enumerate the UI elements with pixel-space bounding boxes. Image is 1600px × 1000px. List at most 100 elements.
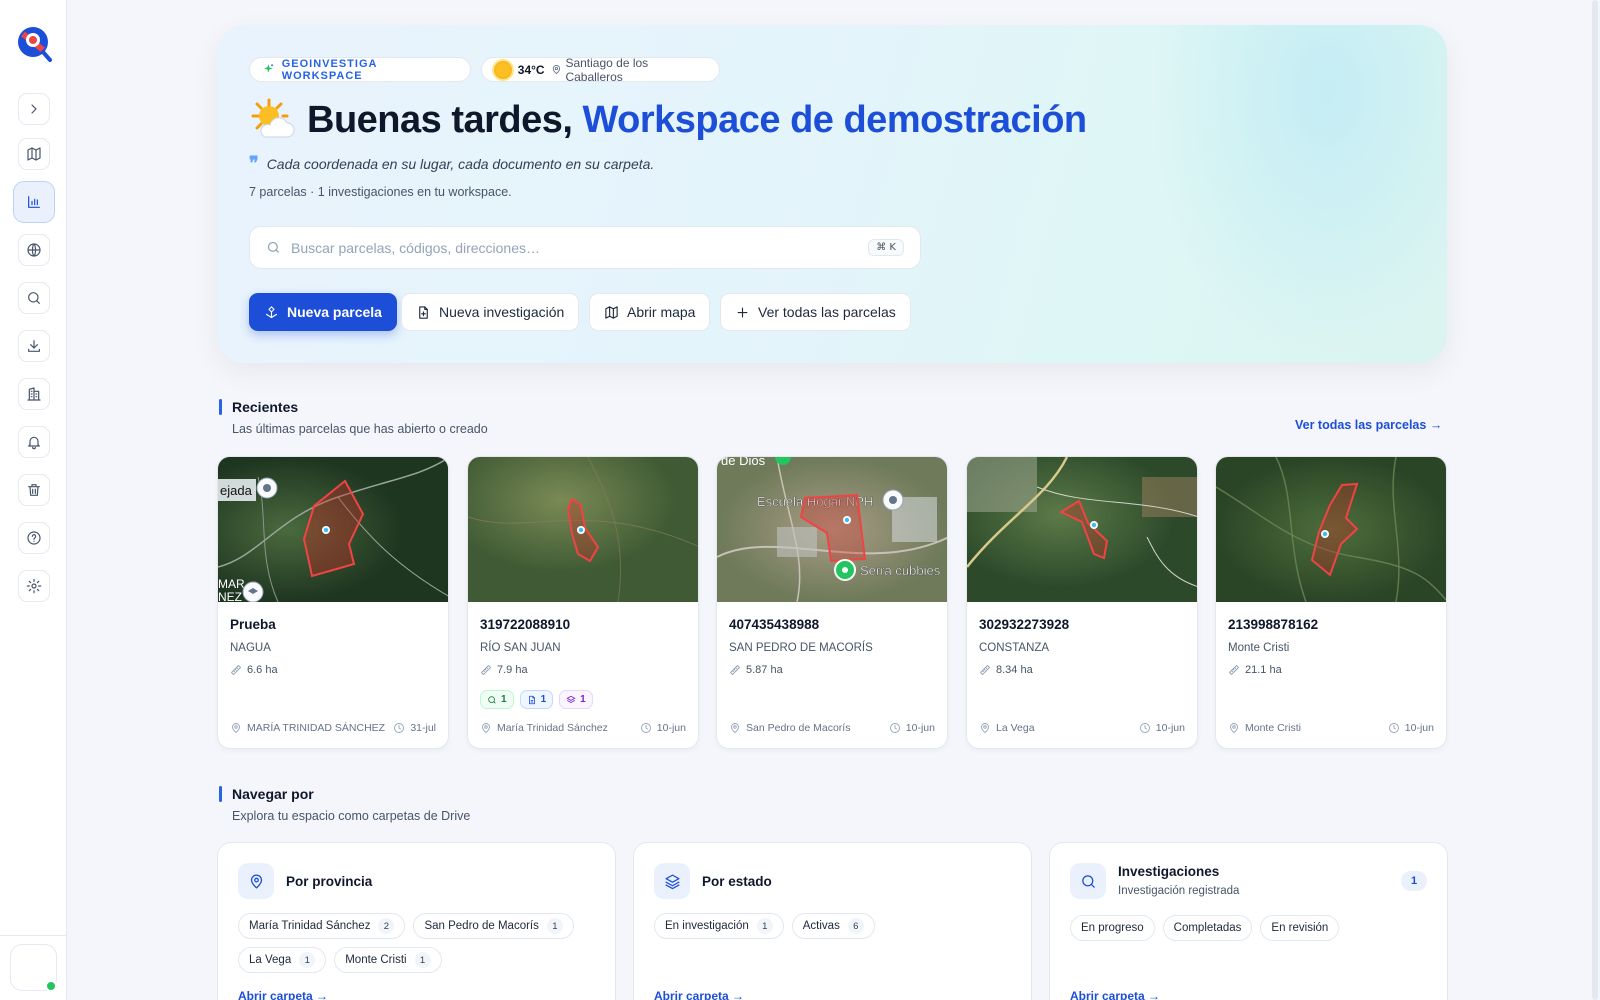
status-chip[interactable]: Activas 6 (791, 913, 875, 939)
parcel-date-value: 10-jun (905, 722, 935, 734)
parcel-date: 10-jun (640, 722, 686, 734)
nav-trash-button[interactable] (18, 474, 50, 506)
chip-count: 1 (546, 918, 563, 934)
parcel-area-value: 7.9 ha (497, 664, 528, 676)
clock-icon (1139, 723, 1150, 733)
search-input[interactable]: Buscar parcelas, códigos, direcciones… ⌘… (249, 226, 921, 269)
all-parcels-label: Ver todas las parcelas (758, 304, 896, 320)
parcel-map-thumbnail (1216, 457, 1446, 602)
chevron-right-icon (31, 104, 37, 114)
province-chip[interactable]: Monte Cristi 1 (334, 947, 442, 973)
province-chip[interactable]: La Vega 1 (238, 947, 327, 973)
new-parcel-button[interactable]: Nueva parcela (249, 293, 397, 331)
parcel-area-value: 5.87 ha (746, 664, 783, 676)
parcel-date: 10-jun (889, 722, 935, 734)
browse-section-title: Navegar por (232, 786, 314, 802)
open-folder-link[interactable]: Abrir carpeta → (654, 989, 744, 1000)
parcel-card[interactable]: de Dios Escuela Hogar NPH Serra cubbies … (716, 456, 948, 749)
open-map-button[interactable]: Abrir mapa (589, 293, 711, 331)
open-folder-link[interactable]: Abrir carpeta → (238, 989, 328, 1000)
sidebar-divider (0, 935, 67, 936)
nav-globe-button[interactable] (18, 234, 50, 266)
layers-count-tag[interactable]: 1 (559, 690, 593, 709)
search-icon (1081, 874, 1095, 888)
browse-by-province-panel[interactable]: Por provincia María Trinidad Sánchez 2 Sa… (217, 842, 616, 1000)
nav-buildings-button[interactable] (18, 378, 50, 410)
expand-sidebar-button[interactable] (18, 93, 50, 125)
view-all-parcels-link[interactable]: Ver todas las parcelas → (1295, 418, 1442, 432)
all-parcels-button[interactable]: Ver todas las parcelas (720, 293, 911, 331)
open-map-label: Abrir mapa (627, 304, 696, 320)
view-all-parcels-link-label: Ver todas las parcelas (1295, 418, 1427, 432)
location-pin-icon (981, 723, 989, 733)
panel-title: Investigaciones (1118, 864, 1220, 879)
province-chip[interactable]: María Trinidad Sánchez 2 (238, 913, 406, 939)
panel-icon (654, 863, 690, 899)
chip-label: Completadas (1173, 922, 1242, 934)
map-label: de Dios (721, 457, 766, 468)
globe-icon (27, 243, 41, 257)
nav-settings-button[interactable] (18, 570, 50, 602)
greeting-heading: Buenas tardes, Workspace de demostración (249, 95, 1087, 145)
app-logo-icon[interactable] (15, 24, 53, 64)
investigation-status-chip[interactable]: Completadas (1162, 915, 1253, 941)
panel-title: Por estado (702, 874, 772, 889)
sun-cloud-icon (251, 98, 295, 138)
panel-subtitle: Investigación registrada (1118, 885, 1240, 897)
parcel-card-footer: María Trinidad Sánchez 10-jun (480, 722, 686, 734)
parcel-date: 10-jun (1139, 722, 1185, 734)
parcel-area: 6.6 ha (230, 664, 278, 676)
ruler-icon (980, 665, 990, 675)
tag-value: 1 (501, 694, 507, 705)
browse-by-status-panel[interactable]: Por estado En investigación 1 Activas 6 Ab… (633, 842, 1032, 1000)
investigations-count-tag[interactable]: 1 (480, 690, 514, 709)
investigation-status-chip[interactable]: En progreso (1070, 915, 1155, 941)
map-label: ejada (220, 483, 253, 498)
weather-location: Santiago de los Caballeros (565, 55, 649, 84)
parcel-card[interactable]: 319722088910 RÍO SAN JUAN 7.9 ha 1 1 1 M… (467, 456, 699, 749)
location-pin-icon (552, 65, 560, 75)
parcel-area: 7.9 ha (480, 664, 528, 676)
province-chip[interactable]: San Pedro de Macorís 1 (413, 913, 574, 939)
parcel-date: 31-jul (393, 722, 436, 734)
bell-icon (28, 436, 40, 450)
parcel-province: San Pedro de Macorís (729, 722, 850, 734)
nav-notifications-button[interactable] (18, 426, 50, 458)
map-label: Serra cubbies (860, 563, 941, 578)
hero-panel: GEOINVESTIGA WORKSPACE 34°C Santiago de … (217, 25, 1447, 363)
workspace-summary: 7 parcelas · 1 investigaciones en tu wor… (249, 185, 512, 199)
recent-section-title: Recientes (232, 399, 299, 415)
nav-search-button[interactable] (18, 282, 50, 314)
parcel-date-value: 10-jun (1404, 722, 1434, 734)
parcel-title: 319722088910 (480, 617, 571, 632)
documents-count-tag[interactable]: 1 (519, 690, 554, 709)
nav-help-button[interactable] (18, 522, 50, 554)
location-pin-icon (482, 723, 490, 733)
sun-icon (494, 60, 512, 79)
chip-count: 2 (378, 918, 395, 934)
chip-label: María Trinidad Sánchez (249, 920, 371, 932)
parcel-card[interactable]: ejada MAR NEZ Prueba NAGUA 6.6 ha MARÍA … (217, 456, 449, 749)
weather-badge: 34°C Santiago de los Caballeros (481, 55, 720, 84)
parcel-map-thumbnail (468, 457, 698, 602)
scrollbar-thumb[interactable] (1592, 0, 1598, 1000)
investigation-status-chip[interactable]: En revisión (1260, 915, 1340, 941)
nav-map-button[interactable] (18, 138, 50, 170)
location-pin-icon (250, 874, 262, 889)
chip-count: 1 (299, 952, 316, 968)
open-folder-label: Abrir carpeta (238, 989, 313, 1000)
layers-icon (566, 695, 576, 703)
parcel-card[interactable]: 302932273928 CONSTANZA 8.34 ha La Vega 1… (966, 456, 1198, 749)
open-folder-link[interactable]: Abrir carpeta → (1070, 989, 1160, 1000)
nav-dashboard-button[interactable] (13, 181, 55, 223)
page-scrollbar[interactable] (1590, 0, 1600, 1000)
browse-investigations-panel[interactable]: Investigaciones Investigación registrada… (1049, 842, 1448, 1000)
download-icon (28, 340, 40, 352)
parcel-location: CONSTANZA (979, 642, 1050, 654)
parcel-card[interactable]: 213998878162 Monte Cristi 21.1 ha Monte … (1215, 456, 1447, 749)
parcel-location: RÍO SAN JUAN (480, 642, 561, 654)
nav-download-button[interactable] (18, 330, 50, 362)
new-investigation-button[interactable]: Nueva investigación (401, 293, 580, 331)
status-chip[interactable]: En investigación 1 (654, 913, 784, 939)
chip-label: Activas (802, 920, 840, 932)
